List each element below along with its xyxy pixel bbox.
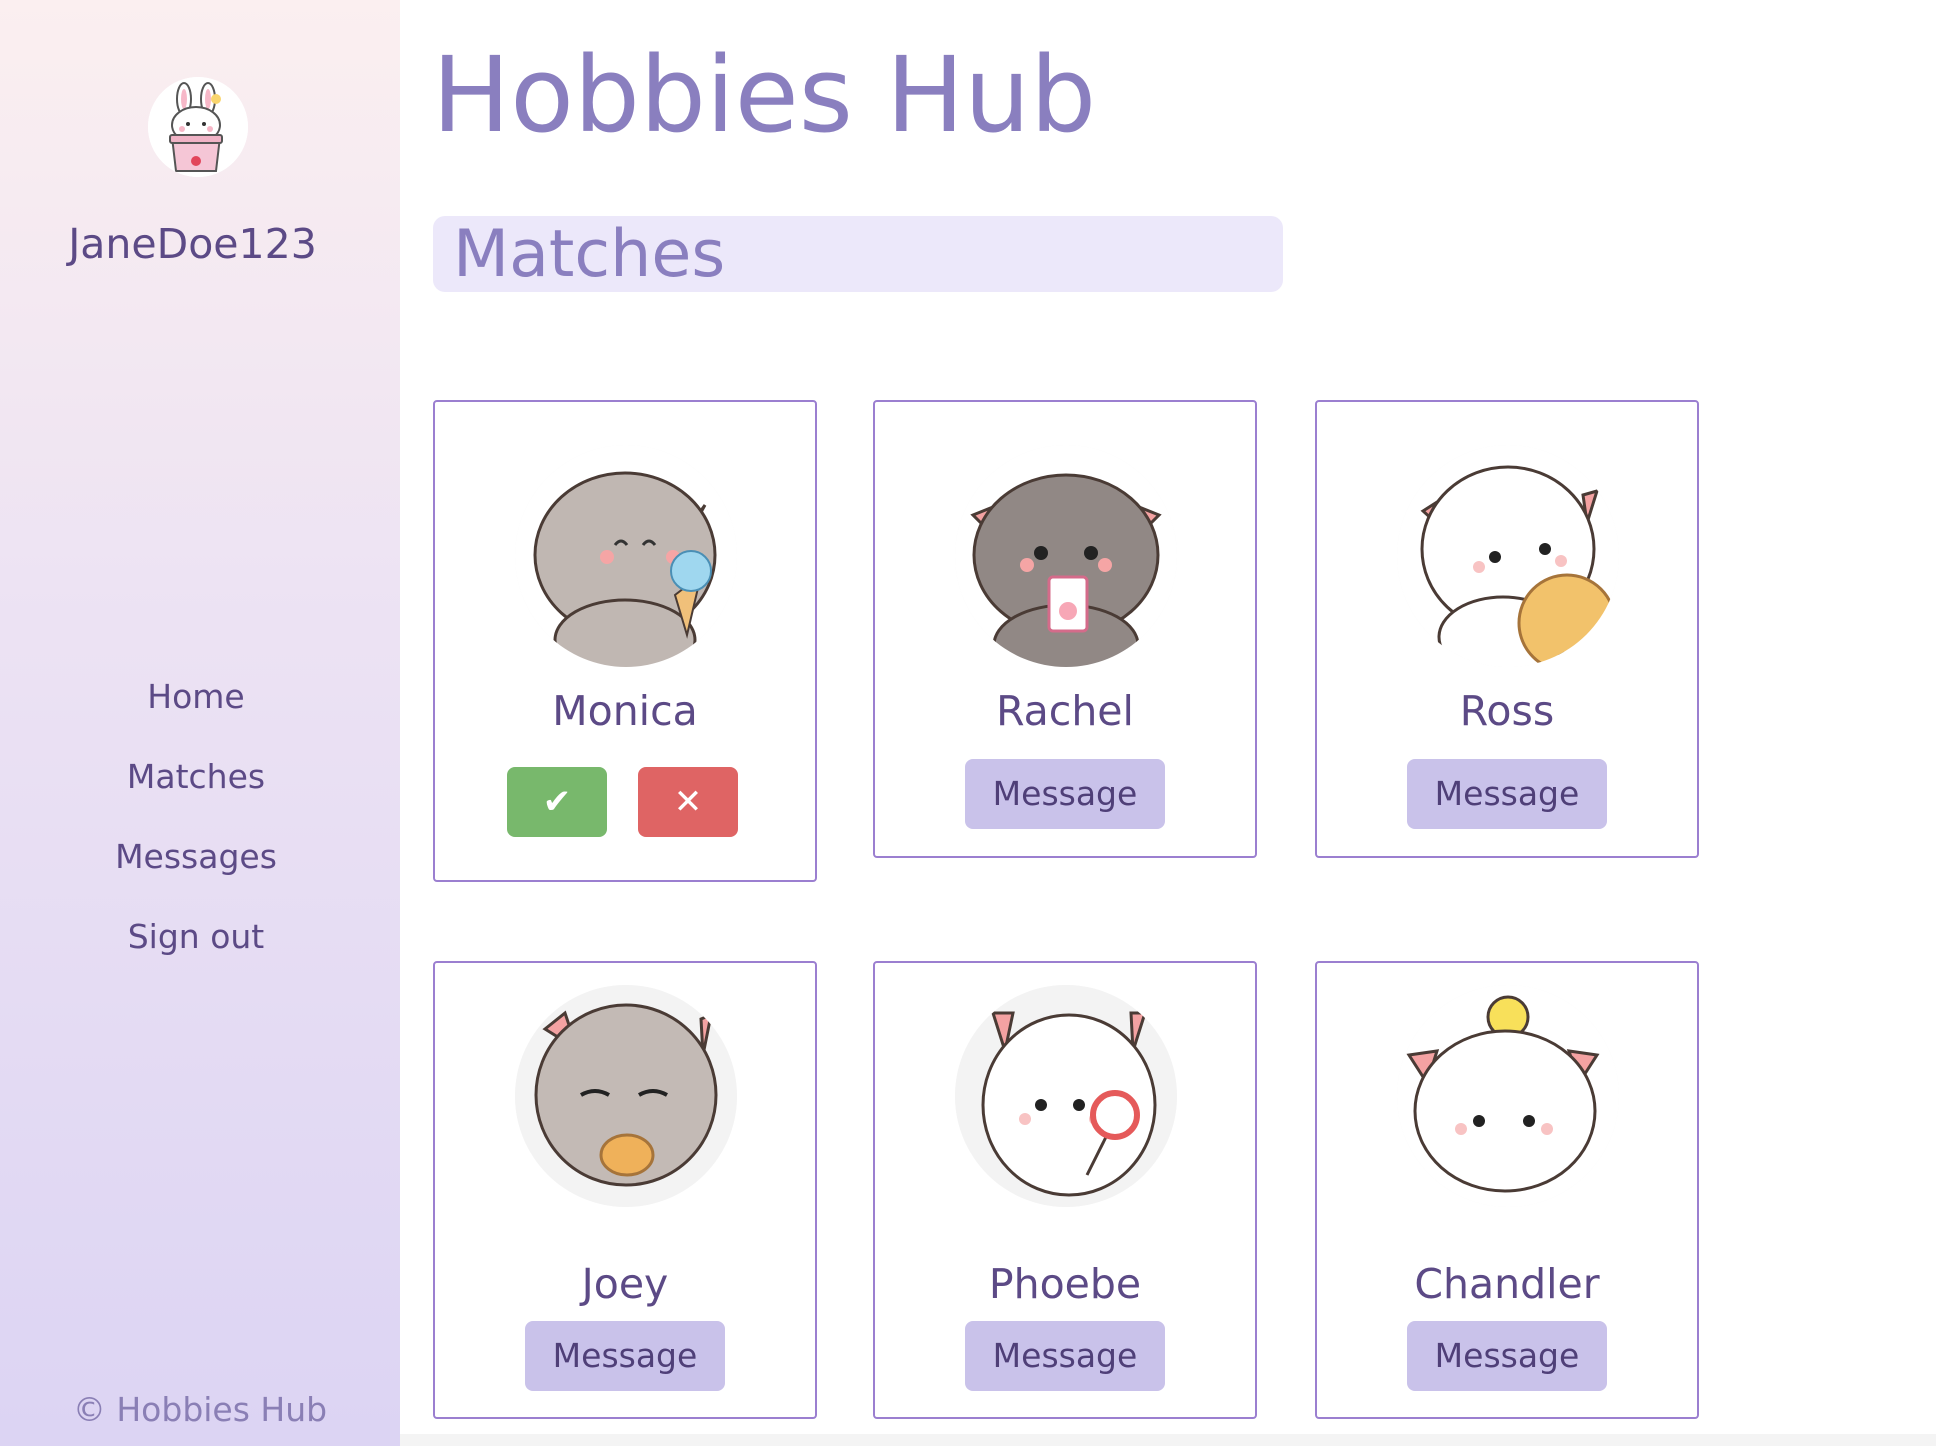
- match-avatar: [1397, 985, 1619, 1207]
- match-card-joey: Joey Message: [433, 961, 817, 1419]
- match-avatar: [955, 445, 1177, 667]
- reject-match-button[interactable]: ✕: [638, 767, 738, 837]
- match-name: Joey: [581, 1260, 669, 1308]
- match-card-rachel: Rachel Message: [873, 400, 1257, 858]
- match-name: Chandler: [1414, 1260, 1600, 1308]
- match-card-ross: Ross Message: [1315, 400, 1699, 858]
- match-avatar: [955, 985, 1177, 1207]
- match-card-monica: Monica ✔ ✕: [433, 400, 817, 882]
- sidebar-nav: Home Matches Messages Sign out: [0, 672, 392, 992]
- nav-sign-out[interactable]: Sign out: [0, 912, 392, 992]
- message-button[interactable]: Message: [965, 759, 1165, 829]
- match-name: Phoebe: [988, 1260, 1142, 1308]
- bunny-avatar-icon: [148, 77, 248, 177]
- match-name: Ross: [1459, 687, 1555, 735]
- cat-with-chick-icon: [1397, 985, 1619, 1207]
- nav-messages[interactable]: Messages: [0, 832, 392, 912]
- match-name: Rachel: [996, 687, 1134, 735]
- copyright-footer: © Hobbies Hub: [72, 1390, 328, 1429]
- sidebar: JaneDoe123 Home Matches Messages Sign ou…: [0, 0, 400, 1446]
- match-avatar: [515, 445, 737, 667]
- message-button[interactable]: Message: [965, 1321, 1165, 1391]
- cat-with-lollipop-icon: [955, 985, 1177, 1207]
- match-card-chandler: Chandler Message: [1315, 961, 1699, 1419]
- page-title: Hobbies Hub: [432, 34, 1097, 156]
- cat-eating-cookie-icon: [1397, 445, 1619, 667]
- section-header: Matches: [433, 216, 1283, 292]
- username: JaneDoe123: [68, 220, 317, 268]
- cat-drinking-milk-icon: [955, 445, 1177, 667]
- nav-matches[interactable]: Matches: [0, 752, 392, 832]
- match-card-phoebe: Phoebe Message: [873, 961, 1257, 1419]
- section-title: Matches: [453, 217, 726, 292]
- bottom-strip: [400, 1434, 1936, 1446]
- cat-eating-icecream-icon: [515, 445, 737, 667]
- cat-eating-fish-snack-icon: [515, 985, 737, 1207]
- user-avatar[interactable]: [148, 77, 248, 177]
- match-avatar: [515, 985, 737, 1207]
- accept-match-button[interactable]: ✔: [507, 767, 607, 837]
- message-button[interactable]: Message: [1407, 1321, 1607, 1391]
- message-button[interactable]: Message: [1407, 759, 1607, 829]
- message-button[interactable]: Message: [525, 1321, 725, 1391]
- match-name: Monica: [552, 687, 698, 735]
- match-avatar: [1397, 445, 1619, 667]
- nav-home[interactable]: Home: [0, 672, 392, 752]
